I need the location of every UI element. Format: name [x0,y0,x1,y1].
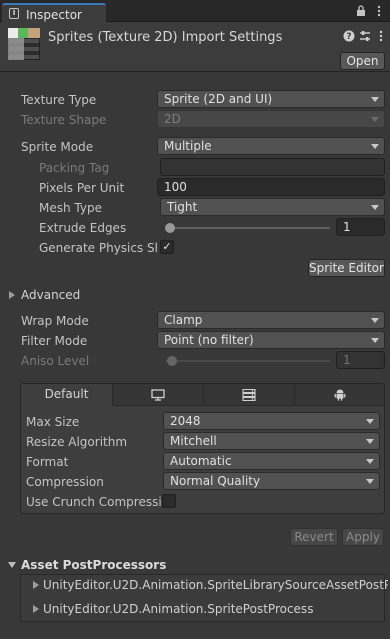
texture-shape-dropdown: 2D [157,110,385,128]
inspector-header: Sprites (Texture 2D) Import Settings ? O… [0,22,390,72]
resize-algorithm-label: Resize Algorithm [26,435,128,449]
extrude-edges-slider-handle[interactable] [165,223,175,233]
format-value: Automatic [170,454,232,468]
compression-label: Compression [26,475,104,489]
compression-dropdown[interactable]: Normal Quality [163,472,380,490]
chevron-down-icon [371,338,379,343]
svg-text:?: ? [346,32,351,42]
compression-value: Normal Quality [170,474,261,488]
sprite-mode-dropdown[interactable]: Multiple [157,137,385,155]
tab-standalone[interactable] [113,384,204,406]
pixels-per-unit-label: Pixels Per Unit [39,181,125,195]
chevron-down-icon [371,97,379,102]
filter-mode-dropdown[interactable]: Point (no filter) [157,331,385,349]
packing-tag-label: Packing Tag [39,161,110,175]
sprite-mode-value: Multiple [164,139,212,153]
tab-label: Inspector [26,8,82,22]
mesh-type-label: Mesh Type [39,201,102,215]
import-settings-title: Sprites (Texture 2D) Import Settings [48,30,283,45]
format-label: Format [26,455,69,469]
mesh-type-dropdown[interactable]: Tight [160,198,385,216]
tab-android[interactable] [295,384,384,406]
chevron-down-icon [371,318,379,323]
postprocessor-item[interactable]: UnityEditor.U2D.Animation.SpritePostProc… [43,602,313,616]
max-size-dropdown[interactable]: 2048 [163,412,380,430]
thumbnail-detail [18,28,28,38]
aniso-level-slider-handle [167,356,177,366]
generate-physics-shape-label: Generate Physics Sha [39,241,157,255]
sprite-editor-button[interactable]: Sprite Editor [308,259,385,277]
resize-algorithm-dropdown[interactable]: Mitchell [163,432,380,450]
texture-type-dropdown[interactable]: Sprite (2D and UI) [157,90,385,108]
postprocessor-item[interactable]: UnityEditor.U2D.Animation.SpriteLibraryS… [43,578,388,592]
chevron-down-icon [371,144,379,149]
use-crunch-compression-label: Use Crunch Compressio [26,495,161,509]
max-size-label: Max Size [26,415,80,429]
foldout-arrow-icon[interactable] [33,605,39,613]
mesh-type-value: Tight [167,200,198,214]
apply-button[interactable]: Apply [342,528,384,546]
info-icon: i [9,8,19,19]
chevron-down-icon [371,117,379,122]
aniso-level-label: Aniso Level [21,354,90,368]
max-size-value: 2048 [170,414,201,428]
extrude-edges-input[interactable]: 1 [336,218,385,236]
monitor-icon [151,389,165,401]
asset-postprocessors-header[interactable]: Asset PostProcessors [21,558,166,572]
texture-shape-value: 2D [164,112,181,126]
chevron-down-icon [366,419,374,424]
aniso-level-input: 1 [336,351,385,369]
more-icon[interactable] [375,30,387,42]
android-icon [334,389,345,401]
revert-button[interactable]: Revert [290,528,338,546]
advanced-foldout[interactable]: Advanced [21,288,80,302]
foldout-arrow-icon[interactable] [8,562,16,568]
chevron-down-icon [366,479,374,484]
aniso-level-slider-track [166,360,330,362]
tab-bar: i Inspector [0,0,390,22]
pixels-per-unit-input[interactable]: 100 [157,178,385,196]
lock-icon[interactable] [356,5,366,20]
preset-icon[interactable] [359,30,371,42]
foldout-arrow-icon[interactable] [33,581,39,589]
chevron-down-icon [366,439,374,444]
filter-mode-label: Filter Mode [21,334,88,348]
generate-physics-shape-checkbox[interactable]: ✓ [160,240,174,254]
use-crunch-compression-checkbox[interactable] [162,494,176,508]
chevron-down-icon [371,205,379,210]
texture-type-label: Texture Type [21,93,97,107]
thumbnail-detail [8,38,24,60]
wrap-mode-label: Wrap Mode [21,314,89,328]
packing-tag-input [160,158,385,176]
tab-inspector[interactable]: i Inspector [2,3,106,22]
extrude-edges-label: Extrude Edges [39,221,127,235]
sprite-mode-label: Sprite Mode [21,140,94,154]
help-icon[interactable]: ? [343,30,355,42]
texture-type-value: Sprite (2D and UI) [164,92,273,106]
resize-algorithm-value: Mitchell [170,434,217,448]
open-button[interactable]: Open [340,52,385,70]
chevron-down-icon [366,459,374,464]
tab-default[interactable]: Default [21,384,113,406]
format-dropdown[interactable]: Automatic [163,452,380,470]
tab-menu-icon[interactable] [374,5,384,20]
server-icon [242,388,256,402]
texture-shape-label: Texture Shape [21,113,107,127]
thumbnail-detail [28,28,40,38]
foldout-arrow-icon[interactable] [9,291,15,299]
tab-server[interactable] [204,384,295,406]
wrap-mode-value: Clamp [164,313,203,327]
thumbnail-detail [8,28,18,38]
wrap-mode-dropdown[interactable]: Clamp [157,311,385,329]
extrude-edges-slider-track[interactable] [166,227,330,229]
filter-mode-value: Point (no filter) [164,333,254,347]
